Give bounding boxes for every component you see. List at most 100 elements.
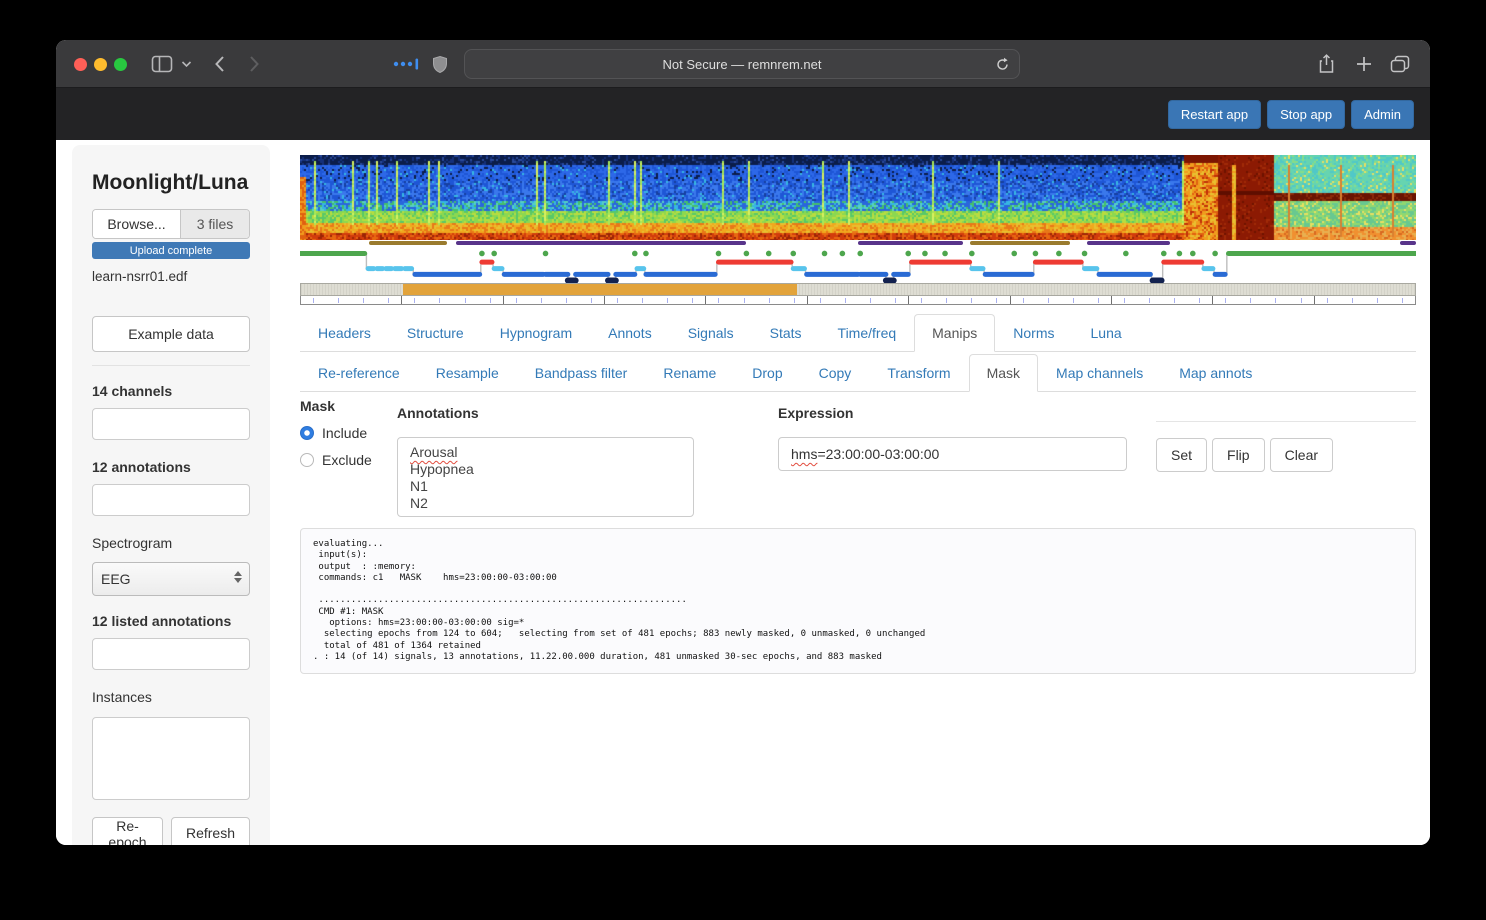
tab-annots[interactable]: Annots [590,314,670,352]
ruler-cell [605,296,707,304]
console-line: options: hms=23:00:00-03:00:00 sig=* [313,618,525,629]
tab-overview-icon[interactable] [1390,40,1410,88]
restart-app-button[interactable]: Restart app [1167,100,1262,129]
tab-group-dots-icon[interactable] [393,40,419,88]
ruler-tick [844,297,846,303]
expression-value-rest: =23:00:00-03:00:00 [817,446,940,462]
include-radio-label: Include [322,425,368,441]
spectrogram-selected-value: EEG [101,571,131,587]
close-window-button[interactable] [74,58,87,71]
ruler-tick [946,297,948,303]
flip-button[interactable]: Flip [1212,438,1265,472]
console-output: evaluating... input(s): output : :memory… [300,528,1416,674]
ruler-tick [869,297,871,303]
expression-input[interactable]: hms =23:00:00-03:00:00 [778,437,1127,471]
subtab-map-channels[interactable]: Map channels [1038,354,1161,392]
forward-icon[interactable] [249,40,260,88]
tab-stats[interactable]: Stats [752,314,820,352]
subtab-re-reference[interactable]: Re-reference [300,354,418,392]
console-line: evaluating... [313,539,384,549]
reload-icon[interactable] [995,57,1010,72]
tab-hypnogram[interactable]: Hypnogram [482,314,590,352]
share-icon[interactable] [1318,40,1335,88]
set-button[interactable]: Set [1156,438,1208,472]
re-epoch-button[interactable]: Re-epoch [92,817,163,845]
subtab-map-annots[interactable]: Map annots [1161,354,1270,392]
ruler-tick [996,297,998,303]
mask-timeline-bar[interactable] [300,283,1416,296]
subtab-rename[interactable]: Rename [645,354,734,392]
url-text: Not Secure — remnrem.net [662,56,822,72]
refresh-button[interactable]: Refresh [170,817,250,845]
ruler-tick [819,297,821,303]
channels-input[interactable] [92,408,250,440]
ruler-tick [1047,297,1049,303]
tab-time-freq[interactable]: Time/freq [820,314,915,352]
annotations-list-label: Annotations [397,405,479,421]
annotation-option-hypopnea[interactable]: Hypopnea [410,461,693,478]
annotation-option-n2[interactable]: N2 [410,495,693,512]
browse-button[interactable]: Browse... [93,210,181,238]
console-line: total of 481 of 1364 retained [313,640,481,651]
chevron-down-icon[interactable] [181,40,192,88]
ruler-tick [768,297,770,303]
include-radio[interactable] [300,426,314,440]
minimize-window-button[interactable] [94,58,107,71]
ruler-cell [706,296,808,304]
actions-divider [1156,421,1416,422]
ruler-tick [313,297,315,303]
stage-bar-brown [369,241,448,245]
expression-value-misspelled: hms [791,446,818,462]
sidebar-divider [92,365,250,366]
tab-norms[interactable]: Norms [995,314,1072,352]
tab-structure[interactable]: Structure [389,314,482,352]
clear-button[interactable]: Clear [1269,438,1334,472]
tab-manips[interactable]: Manips [914,314,996,352]
instances-input[interactable] [92,717,250,800]
ruler-tick [1072,297,1074,303]
subtab-bandpass-filter[interactable]: Bandpass filter [517,354,646,392]
mask-selected-region[interactable] [403,284,797,295]
annotations-input[interactable] [92,484,250,516]
ruler-cell [1011,296,1112,304]
tab-signals[interactable]: Signals [670,314,752,352]
ruler-tick [1275,297,1277,303]
spectrogram-channel-select[interactable]: EEG [92,562,250,596]
listed-annotations-input[interactable] [92,638,250,670]
annotations-listbox[interactable]: Arousal Hypopnea N1 N2 [397,437,694,517]
subtab-drop[interactable]: Drop [734,354,800,392]
ruler-tick [1199,297,1201,303]
instances-label: Instances [92,689,152,705]
ruler-tick [565,297,567,303]
overview-visualization [300,155,1416,305]
ruler-tick [414,297,416,303]
annotation-option-arousal[interactable]: Arousal [410,444,693,461]
subtab-copy[interactable]: Copy [801,354,870,392]
ruler-tick [617,297,619,303]
ruler-tick [793,297,795,303]
mask-actions-column: Set Flip Clear [1156,398,1416,517]
annotation-option-n1[interactable]: N1 [410,478,693,495]
tab-luna[interactable]: Luna [1073,314,1140,352]
admin-button[interactable]: Admin [1351,100,1414,129]
subtab-transform[interactable]: Transform [869,354,968,392]
shield-icon[interactable] [432,40,448,88]
ruler-cell [1213,296,1315,304]
stop-app-button[interactable]: Stop app [1267,100,1346,129]
files-count-badge: 3 files [181,210,249,238]
subtab-resample[interactable]: Resample [418,354,517,392]
subtab-mask[interactable]: Mask [968,354,1039,392]
epoch-ruler [300,296,1416,305]
zoom-window-button[interactable] [114,58,127,71]
annotations-label: 12 annotations [92,459,191,475]
sidebar-icon[interactable] [151,40,173,88]
address-bar[interactable]: Not Secure — remnrem.net [464,49,1020,79]
exclude-radio[interactable] [300,453,314,467]
tab-headers[interactable]: Headers [300,314,389,352]
main-panel: Headers Structure Hypnogram Annots Signa… [300,140,1416,845]
example-data-button[interactable]: Example data [92,316,250,352]
ruler-tick [540,297,542,303]
back-icon[interactable] [214,40,225,88]
new-tab-icon[interactable] [1356,40,1372,88]
